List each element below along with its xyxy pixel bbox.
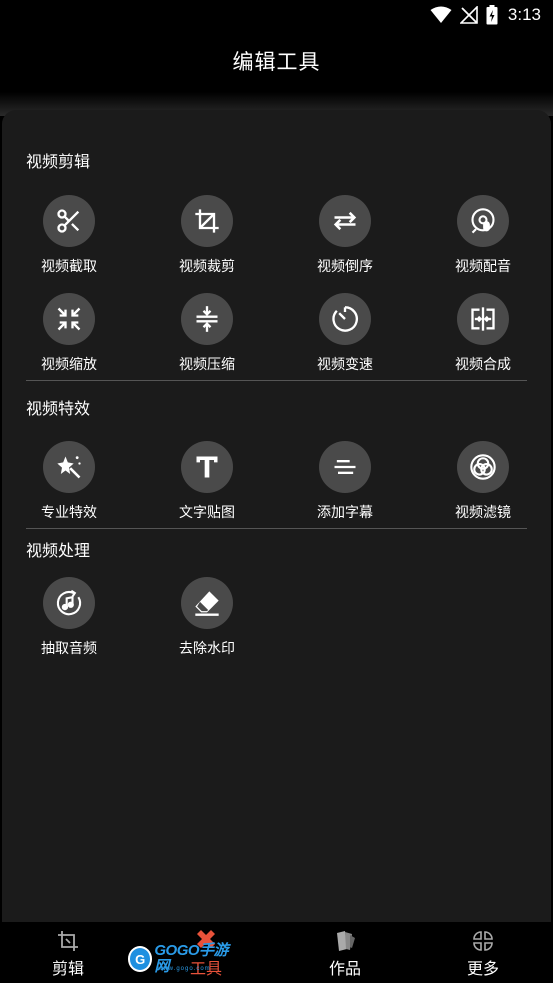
tool-label: 视频截取 (41, 258, 97, 274)
tool-icon-circle (43, 441, 95, 493)
tool-icon-circle (181, 441, 233, 493)
battery-charging-icon (486, 5, 498, 25)
timer-icon (332, 306, 358, 332)
subtitles-icon (334, 460, 356, 474)
section-divider (26, 380, 527, 381)
tool-icon-circle (43, 577, 95, 629)
tool-video-voiceover[interactable]: 视频配音 (433, 195, 533, 276)
crop-icon (195, 209, 219, 233)
tool-video-trim[interactable]: 视频截取 (19, 195, 119, 276)
tools-panel: 视频剪辑 视频截取 视频裁剪 视频倒序 视频配音 视频缩放 视频压缩 视频变速 … (2, 110, 551, 922)
eraser-icon (195, 591, 219, 616)
tool-video-compress[interactable]: 视频压缩 (157, 293, 257, 374)
status-icons: 3:13 (430, 4, 541, 26)
nav-label: 作品 (328, 961, 361, 978)
works-icon (337, 931, 355, 951)
tool-label: 视频滤镜 (455, 504, 511, 520)
tool-icon-circle (319, 293, 371, 345)
tool-label: 视频合成 (455, 356, 511, 372)
tool-icon-circle (457, 195, 509, 247)
tool-label: 视频裁剪 (179, 258, 235, 274)
voiceover-icon (471, 208, 495, 234)
tool-label: 视频变速 (317, 356, 373, 372)
page-title: 编辑工具 (232, 51, 321, 74)
tool-label: 专业特效 (41, 504, 97, 520)
section-title-video-processing: 视频处理 (26, 543, 91, 560)
site-watermark: G GOGO手游网 www.gogo.com (128, 943, 236, 975)
tool-label: 抽取音频 (41, 640, 97, 656)
tool-icon-circle (457, 441, 509, 493)
magic-wand-icon (57, 456, 81, 479)
nav-edit[interactable]: 剪辑 (18, 922, 118, 983)
watermark-subtext: www.gogo.com (158, 966, 211, 972)
tool-video-merge[interactable]: 视频合成 (433, 293, 533, 374)
crop-icon (58, 931, 78, 951)
section-divider (26, 528, 527, 529)
section-title-video-edit: 视频剪辑 (26, 154, 91, 171)
tool-video-reverse[interactable]: 视频倒序 (295, 195, 395, 276)
nav-more[interactable]: 更多 (433, 922, 533, 983)
shrink-arrows-icon (57, 307, 81, 331)
tool-icon-circle (319, 195, 371, 247)
tool-icon-circle (181, 577, 233, 629)
tool-label: 添加字幕 (317, 504, 373, 520)
text-icon (196, 456, 218, 478)
tool-video-crop[interactable]: 视频裁剪 (157, 195, 257, 276)
filter-circles-icon (470, 454, 496, 480)
title-bar: 编辑工具 (0, 30, 553, 92)
tool-icon-circle (457, 293, 509, 345)
grid-icon (473, 931, 493, 951)
compress-icon (196, 306, 218, 332)
swap-arrows-icon (333, 211, 357, 231)
nav-label: 更多 (466, 961, 499, 978)
tool-icon-circle (319, 441, 371, 493)
tool-label: 文字贴图 (179, 504, 235, 520)
status-bar: 3:13 (0, 0, 553, 30)
tool-video-scale[interactable]: 视频缩放 (19, 293, 119, 374)
nav-label: 剪辑 (51, 961, 84, 978)
tool-label: 视频缩放 (41, 356, 97, 372)
status-time: 3:13 (507, 5, 541, 24)
tool-video-filters[interactable]: 视频滤镜 (433, 441, 533, 522)
tool-remove-watermark[interactable]: 去除水印 (157, 577, 257, 658)
tool-icon-circle (181, 195, 233, 247)
tool-add-subtitles[interactable]: 添加字幕 (295, 441, 395, 522)
tool-icon-circle (43, 195, 95, 247)
wifi-icon (430, 6, 452, 23)
no-signal-icon (459, 6, 478, 24)
nav-works[interactable]: 作品 (295, 922, 395, 983)
tool-text-sticker[interactable]: 文字贴图 (157, 441, 257, 522)
tool-label: 视频配音 (455, 258, 511, 274)
section-title-video-effects: 视频特效 (26, 401, 91, 418)
tool-label: 视频倒序 (317, 258, 373, 274)
tool-icon-circle (181, 293, 233, 345)
watermark-logo: G (128, 946, 153, 972)
tool-icon-circle (43, 293, 95, 345)
tool-video-speed[interactable]: 视频变速 (295, 293, 395, 374)
scissors-icon (57, 209, 80, 233)
tool-extract-audio[interactable]: 抽取音频 (19, 577, 119, 658)
tool-label: 去除水印 (179, 640, 235, 656)
tool-pro-effects[interactable]: 专业特效 (19, 441, 119, 522)
tool-label: 视频压缩 (179, 356, 235, 372)
bottom-nav: 剪辑 工具 作品 更多 (0, 922, 553, 983)
music-note-icon (56, 589, 82, 616)
merge-icon (471, 307, 495, 331)
